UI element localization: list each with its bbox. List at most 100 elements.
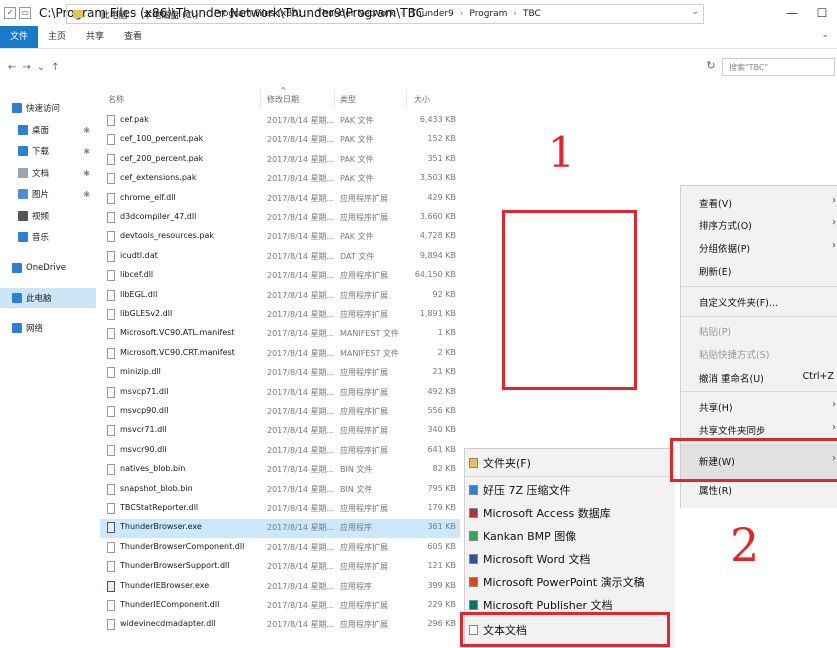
sidebar-item-8[interactable]: 此电脑	[0, 288, 96, 308]
context-menu-item-9[interactable]: 共享文件夹同步	[699, 423, 766, 437]
annotation-number-one: 1	[548, 128, 575, 177]
new-submenu-item-3[interactable]: Kankan BMP 图像	[483, 528, 576, 544]
column-header-type[interactable]: 类型	[340, 94, 356, 105]
table-row[interactable]: snapshot_blob.bin 2017/8/14 星期... BIN 文件 79…	[100, 481, 460, 500]
new-submenu-item-0[interactable]: 文件夹(F)	[483, 455, 531, 471]
back-arrow-icon[interactable]: ←	[8, 62, 16, 73]
up-arrow-icon[interactable]: ↑	[51, 62, 59, 73]
file-type: DAT 文件	[340, 251, 375, 261]
sidebar-item-2[interactable]: 下载 ✱	[0, 141, 96, 161]
context-menu-item-2[interactable]: 分组依据(P)	[699, 241, 750, 255]
new-submenu-item-1[interactable]: 好压 7Z 压缩文件	[483, 482, 571, 498]
table-row[interactable]: Microsoft.VC90.ATL.manifest 2017/8/14 星期.…	[100, 325, 460, 344]
file-size: 399 KB	[427, 580, 456, 590]
sidebar-item-7[interactable]: OneDrive	[0, 258, 96, 278]
file-type: 应用程序扩展	[340, 271, 388, 281]
column-header-name[interactable]: 名称	[108, 94, 124, 105]
address-dropdown-icon[interactable]: ⌄	[691, 7, 699, 17]
context-menu-item-3[interactable]: 刷新(E)	[699, 264, 731, 278]
table-row[interactable]: msvcp71.dll 2017/8/14 星期... 应用程序扩展 492 KB	[100, 384, 460, 403]
table-row[interactable]: minizip.dll 2017/8/14 星期... 应用程序扩展 21 KB	[100, 364, 460, 383]
sidebar-item-4[interactable]: 图片 ✱	[0, 184, 96, 204]
search-input[interactable]: 搜索"TBC"	[722, 58, 835, 76]
forward-arrow-icon[interactable]: →	[22, 62, 30, 73]
table-row[interactable]: libEGL.dll 2017/8/14 星期... 应用程序扩展 92 KB	[100, 287, 460, 306]
sidebar-item-1[interactable]: 桌面 ✱	[0, 120, 96, 140]
table-row[interactable]: ThunderIEBrowser.exe 2017/8/14 星期... 应用程序 3…	[100, 578, 460, 597]
file-icon	[107, 386, 115, 398]
table-row[interactable]: msvcr90.dll 2017/8/14 星期... 应用程序扩展 641 KB	[100, 442, 460, 461]
context-menu-item-1[interactable]: 排序方式(O)	[699, 218, 752, 232]
file-name: Microsoft.VC90.ATL.manifest	[120, 328, 235, 338]
tab-home[interactable]: 主页	[38, 26, 76, 48]
tab-file[interactable]: 文件	[0, 26, 39, 48]
properties-quick-icon[interactable]: ✓	[4, 7, 16, 19]
file-size: 556 KB	[427, 406, 456, 415]
recent-locations-icon[interactable]: ⌄	[37, 62, 45, 73]
breadcrumb-tbc[interactable]: TBC	[519, 9, 545, 19]
context-menu-item-4[interactable]: 自定义文件夹(F)...	[699, 295, 778, 309]
new-folder-quick-icon[interactable]: ▭	[19, 7, 31, 19]
context-menu-item-8[interactable]: 共享(H)	[699, 400, 733, 414]
table-row[interactable]: cef_100_percent.pak 2017/8/14 星期... PAK 文件…	[100, 131, 460, 150]
sidebar-item-3[interactable]: 文档 ✱	[0, 163, 96, 183]
sidebar-item-5[interactable]: 视频	[0, 206, 96, 226]
table-row[interactable]: ThunderBrowserComponent.dll 2017/8/14 星期.…	[100, 539, 460, 558]
file-size: 351 KB	[427, 153, 456, 163]
new-submenu-item-2[interactable]: Microsoft Access 数据库	[483, 505, 611, 521]
file-name: cef_extensions.pak	[120, 173, 197, 183]
context-menu-item-7[interactable]: 撤消 重命名(U)	[699, 371, 764, 385]
tab-share[interactable]: 共享	[76, 26, 114, 48]
table-row[interactable]: ThunderBrowserSupport.dll 2017/8/14 星期...…	[100, 558, 460, 577]
table-row[interactable]: cef.pak 2017/8/14 星期... PAK 文件 6,433 KB	[100, 112, 460, 131]
table-row[interactable]: natives_blob.bin 2017/8/14 星期... BIN 文件 82 …	[100, 461, 460, 480]
new-submenu-item-4[interactable]: Microsoft Word 文档	[483, 551, 590, 567]
context-menu-item-6[interactable]: 粘贴快捷方式(S)	[699, 347, 769, 361]
table-row[interactable]: libGLESv2.dll 2017/8/14 星期... 应用程序扩展 1,891 …	[100, 306, 460, 325]
table-row[interactable]: cef_200_percent.pak 2017/8/14 星期... PAK 文件…	[100, 151, 460, 170]
pin-icon[interactable]: ✱	[83, 190, 90, 199]
context-menu-item-5[interactable]: 粘贴(P)	[699, 324, 731, 338]
column-header-size[interactable]: 大小	[414, 94, 430, 105]
table-row[interactable]: ThunderBrowser.exe 2017/8/14 星期... 应用程序 361…	[100, 519, 460, 539]
context-menu-item-0[interactable]: 查看(V)	[699, 196, 732, 210]
table-row[interactable]: icudtl.dat 2017/8/14 星期... DAT 文件 9,894 KB	[100, 248, 460, 267]
maximize-button[interactable]: ☐	[807, 0, 837, 26]
table-row[interactable]: TBCStatReporter.dll 2017/8/14 星期... 应用程序扩展…	[100, 500, 460, 519]
table-row[interactable]: d3dcompiler_47.dll 2017/8/14 星期... 应用程序扩展 3…	[100, 209, 460, 228]
table-row[interactable]: devtools_resources.pak 2017/8/14 星期... PAK…	[100, 228, 460, 247]
file-size: 1 KB	[437, 328, 456, 338]
file-date: 2017/8/14 星期...	[267, 116, 335, 125]
table-row[interactable]: widevinecdmadapter.dll 2017/8/14 星期... 应用程…	[100, 616, 460, 635]
sidebar-item-9[interactable]: 网络	[0, 318, 96, 338]
breadcrumb-thunder9[interactable]: Thunder9	[407, 9, 458, 19]
ribbon-expand-icon[interactable]: ⌄	[821, 30, 829, 40]
table-row[interactable]: msvcp90.dll 2017/8/14 星期... 应用程序扩展 556 KB	[100, 403, 460, 422]
pin-icon[interactable]: ✱	[83, 169, 90, 178]
new-submenu-item-5[interactable]: Microsoft PowerPoint 演示文稿	[483, 574, 645, 590]
address-input[interactable]: › 此电脑 › 本地磁盘 (C:) › Program Files (x86) › T…	[66, 4, 704, 24]
new-submenu-item-6[interactable]: Microsoft Publisher 文档	[483, 597, 613, 613]
tab-view[interactable]: 查看	[114, 26, 152, 48]
column-header-date[interactable]: 修改日期	[267, 94, 299, 105]
table-row[interactable]: msvcr71.dll 2017/8/14 星期... 应用程序扩展 340 KB	[100, 422, 460, 441]
table-row[interactable]: cef_extensions.pak 2017/8/14 星期... PAK 文件 3…	[100, 170, 460, 189]
table-row[interactable]: Microsoft.VC90.CRT.manifest 2017/8/14 星期.…	[100, 345, 460, 364]
breadcrumb-local-disk[interactable]: 本地磁盘 (C:)	[139, 8, 202, 21]
breadcrumb-thunder-network[interactable]: Thunder Network	[313, 9, 399, 19]
table-row[interactable]: libcef.dll 2017/8/14 星期... 应用程序扩展 64,150 KB	[100, 267, 460, 286]
sidebar-item-0[interactable]: 快速访问	[0, 98, 96, 118]
pin-icon[interactable]: ✱	[83, 126, 90, 135]
pin-icon[interactable]: ✱	[83, 147, 90, 156]
refresh-icon[interactable]: ↻	[704, 59, 718, 73]
table-row[interactable]: chrome_elf.dll 2017/8/14 星期... 应用程序扩展 429 K…	[100, 190, 460, 209]
minimize-button[interactable]: —	[777, 0, 807, 26]
breadcrumb-program-files[interactable]: Program Files (x86)	[210, 9, 305, 19]
table-row[interactable]: ThunderIEComponent.dll 2017/8/14 星期... 应用程…	[100, 597, 460, 616]
breadcrumb-program[interactable]: Program	[465, 9, 511, 19]
file-type: PAK 文件	[340, 154, 374, 164]
file-icon	[107, 483, 115, 495]
context-menu-item-11[interactable]: 属性(R)	[699, 483, 732, 497]
sidebar-item-6[interactable]: 音乐	[0, 227, 96, 247]
breadcrumb-this-pc[interactable]: 此电脑	[97, 8, 132, 21]
